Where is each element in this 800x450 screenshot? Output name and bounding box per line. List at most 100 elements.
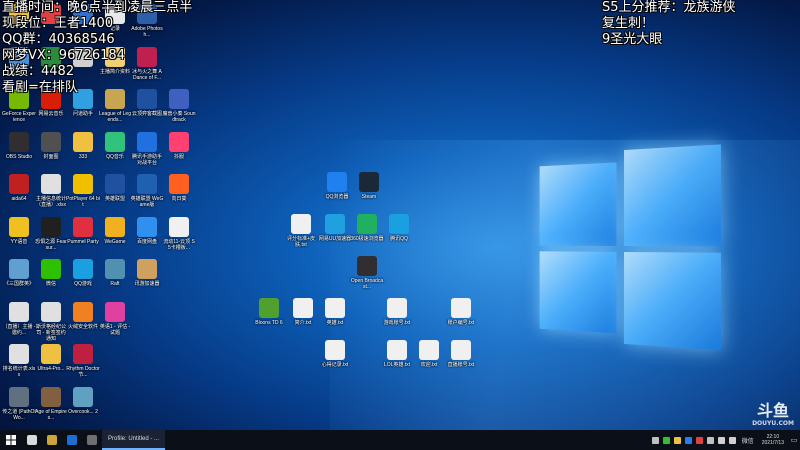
desktop-icon-raft[interactable]: Raft [98,259,132,287]
desktop-icon-bloons-td6[interactable]: Bloons TD 6 [252,298,286,326]
desktop-icon-qq-browser[interactable]: QQ浏览器 [320,172,354,200]
desktop-icon-wegame[interactable]: WeGame [98,216,132,245]
desktop-icon-pummel-party[interactable]: Pummel Party [66,216,100,245]
desktop-icon-jiangjie-txt[interactable]: 英雄.txt [318,298,352,326]
desktop-icon-open-broadcaster[interactable]: Open Broadcast... [350,256,384,290]
desktop-icon-yingxiong-lianmeng[interactable]: 英雄联盟 [98,174,132,202]
icon-label: （直播）主播 - 邀约... [2,323,36,336]
rhythm-doctor-icon [73,344,93,364]
icon-label: 云顶弈客截图 [131,111,162,117]
tray-network-icon[interactable] [717,436,725,444]
tray-icon-5[interactable] [695,436,703,444]
tray-volume-icon[interactable] [728,436,736,444]
tray-ime-label[interactable]: 微信 [742,436,758,445]
system-tray [651,436,742,444]
wegame-lol-icon [137,174,157,194]
desktop-icon-fear-surge[interactable]: 恐惧之源 Fear sur... [34,216,68,251]
tray-icon-2[interactable] [662,436,670,444]
desktop-icon-youxi-jiasu[interactable]: 讯游加速器 [130,259,164,287]
icon-label: 抖服 [173,153,184,160]
icon-label: Pummel Party [67,238,99,245]
yingyu-pdf-icon [105,301,125,322]
zhubo-xinxi-icon [41,174,61,194]
desktop-icon-chuanqi[interactable]: 传之道 (PathOfWo... [2,386,36,421]
desktop-icon-youxi-zhanghao-txt[interactable]: 游戏账号.txt [380,298,414,326]
desktop-icon-aida64[interactable]: aida64 [2,174,36,202]
obs-studio-icon [9,131,29,152]
desktop-icon-qq-music[interactable]: QQ音乐 [98,131,132,160]
desktop-icon-zhubo-xinxi[interactable]: 主播信息统计（直播）.xlsx [34,174,68,208]
tray-icon-3[interactable] [673,436,681,444]
desktop-icon-fengmian[interactable]: 封面图 [34,131,68,160]
wechat-icon [41,259,61,279]
desktop-icon-pinfen-txt[interactable]: 评分标准+皮肤.txt [284,214,318,248]
overlay-line: 战绩：4482 [2,64,75,79]
start-button[interactable] [0,430,22,450]
taskbar: Profile: Untitled - ... 微信 22:10 2021/7/… [0,430,800,450]
overlay-line: 网梦VX：96726184 [2,48,125,63]
desktop-icon-age-of-empires[interactable]: Age of Empires... [34,386,68,421]
desktop-icon-huanying-txt[interactable]: 欢迎.txt [412,340,446,368]
desktop-icon-360-browser[interactable]: 360极速浏览器 [350,214,384,242]
desktop-icon-steam[interactable]: Steam [352,172,386,200]
desktop-icon-obs-studio[interactable]: OBS Studio [2,131,36,160]
taskbar-obs-icon[interactable] [82,430,102,450]
desktop-icon-huoyan-anquan[interactable]: 火绒安全软件 [66,301,100,330]
desktop-icon-rhythm-doctor[interactable]: Rhythm Doctor 节... [66,344,100,378]
desktop-icon-shengyan[interactable]: 《三国群英》 [2,259,36,287]
333-icon [73,131,93,152]
icon-label: 百度网盘 [136,238,157,245]
taskbar-active-task[interactable]: Profile: Untitled - ... [102,430,166,450]
desktop-icon-lol-yingxiong-txt[interactable]: LOL英雄.txt [380,340,414,368]
jiangjie-txt-icon [325,298,345,318]
douyin-icon [169,131,189,152]
liudong-txt-icon [169,216,189,237]
desktop-icon-potplayer[interactable]: PotPlayer 64 bit [66,174,100,208]
taskbar-browser-icon[interactable] [62,430,82,450]
desktop-icon-jianjie-txt[interactable]: 简介.txt [286,298,320,326]
icon-label: Ultra4-Pro... [37,366,65,372]
taskbar-file-explorer-icon[interactable] [42,430,62,450]
desktop-icon-wechat[interactable]: 微信 [34,259,68,287]
desktop-icon-tencent-assistant[interactable]: 腾讯手游助手 对战平台 [130,131,164,166]
desktop-icon-wegame-lol[interactable]: 英雄联盟 WeGame版 [130,174,164,208]
taskbar-clock[interactable]: 22:10 2021/7/13 [758,434,788,446]
desktop-icon-liudong-txt[interactable]: 流动11-云顶 S5卡槽板... [162,216,196,251]
icon-label: 魔兽小奏 Soundtrack [162,111,196,123]
watermark-url: DOUYU.COM [752,420,794,427]
icon-label: Bloons TD 6 [255,320,283,326]
desktop-icon-xianglai[interactable]: 向日葵 [162,174,196,202]
desktop-icon-baidu-netdisk[interactable]: 百度网盘 [130,216,164,245]
taskbar-search-icon[interactable] [22,430,42,450]
zhubo-doc-icon [9,301,29,322]
desktop-icon-uu-jiasu[interactable]: 网易UU加速器 [318,214,352,242]
desktop-icon-zhubo-doc[interactable]: （直播）主播 - 邀约... [2,301,36,336]
desktop-icon-mingzi-txt[interactable]: 直播账号.txt [444,340,478,368]
desktop-icon-tencent-qq[interactable]: 腾讯QQ [382,214,416,242]
tencent-qq-icon [389,214,409,234]
icon-label: 恐惧之源 Fear sur... [35,238,67,251]
notification-center-icon[interactable]: ▭ [788,430,800,450]
icon-label: 排名统计表.xlsx [2,366,36,378]
desktop-icon-ultra4-pro[interactable]: Ultra4-Pro... [34,344,68,372]
desktop-icon-paiming-xlsx[interactable]: 排名统计表.xlsx [2,344,36,378]
tray-icon-1[interactable] [651,436,659,444]
desktop-icon-yingyu-pdf[interactable]: 英语1 - 评估 - 试题 [98,301,132,336]
desktop-icon-douyin[interactable]: 抖服 [162,131,196,160]
icon-label: 心得记录.txt [321,362,349,368]
icon-label: 讯游加速器 [134,281,160,287]
desktop-icon-overcooked-2[interactable]: Overcook... 2 [66,386,100,415]
desktop-icon-333[interactable]: 333 [66,131,100,160]
icon-label: 评分标准+皮肤.txt [287,236,315,248]
windows-start-icon [6,435,16,445]
desktop-icon-xindejilu-txt[interactable]: 心得记录.txt [318,340,352,368]
icon-label: 问道助手 [72,111,93,117]
desktop-icon-zhanghao-txt[interactable]: 账户编号.txt [444,298,478,326]
tray-icon-6[interactable] [706,436,714,444]
icon-label: Steam [361,194,377,200]
desktop-icon-qq-game[interactable]: QQ游戏 [66,259,100,287]
icon-label: LOL英雄.txt [383,362,411,368]
desktop-icon-jingying-gongsi[interactable]: 斯沃格经纪公司 - 新签签约通知 [34,301,68,342]
desktop-icon-yy-voice[interactable]: YY语音 [2,216,36,245]
tray-icon-4[interactable] [684,436,692,444]
